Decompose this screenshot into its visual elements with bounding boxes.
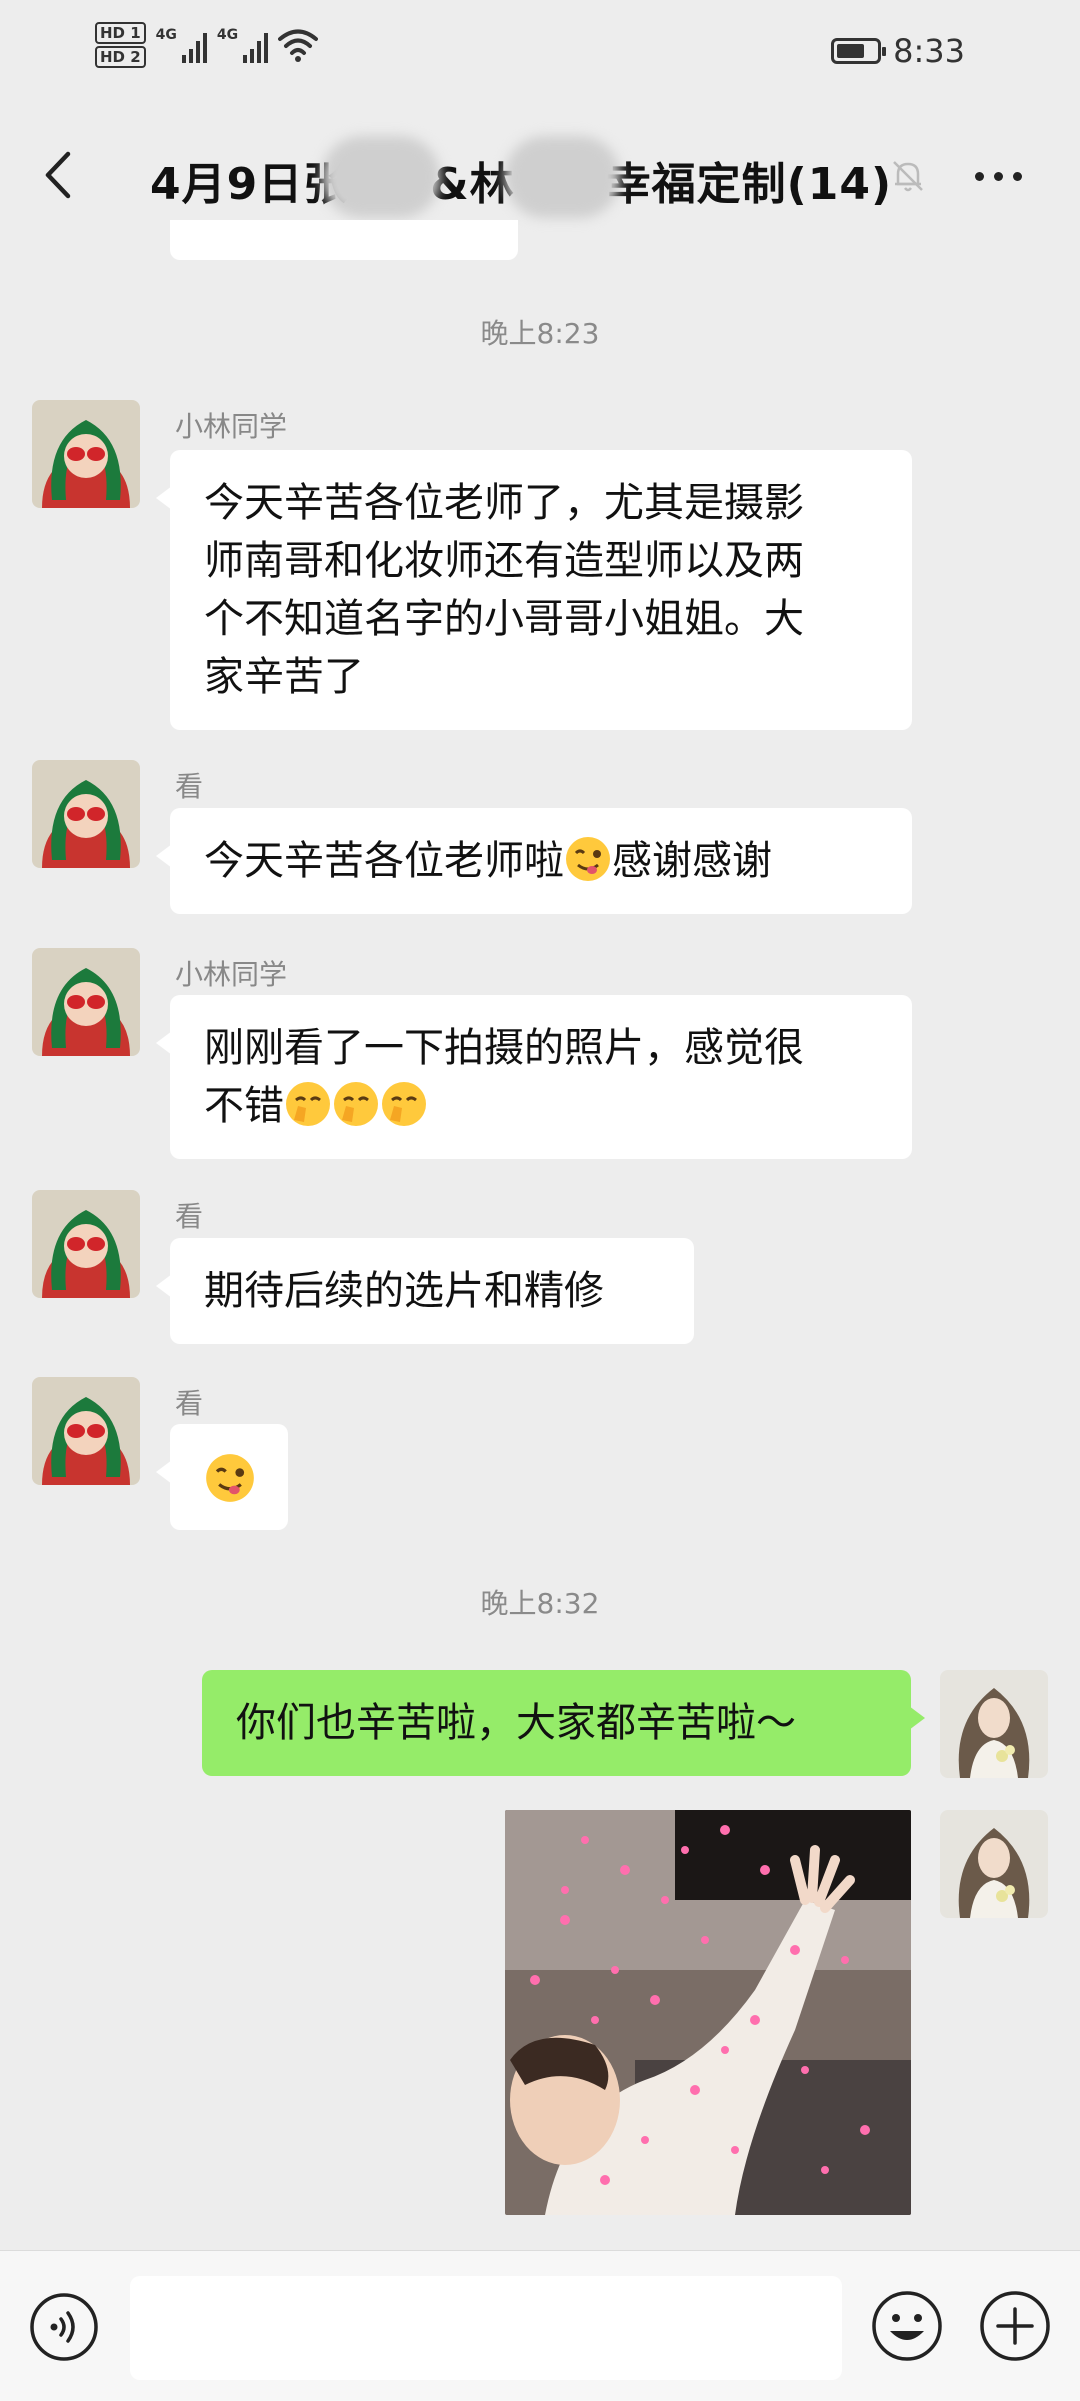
tongue-face-emoji-icon bbox=[566, 837, 610, 881]
hd-2-badge: HD 2 bbox=[95, 46, 146, 68]
emoji-icon[interactable] bbox=[870, 2289, 944, 2363]
sender-avatar[interactable] bbox=[32, 760, 140, 868]
my-avatar[interactable] bbox=[940, 1810, 1048, 1918]
signal-indicators: HD 1 HD 2 4G 4G bbox=[95, 22, 319, 68]
redaction-blur bbox=[505, 136, 620, 218]
facepalm-emoji-icon bbox=[334, 1082, 378, 1126]
message-bubble[interactable]: 刚刚看了一下拍摄的照片，感觉很 不错 bbox=[156, 995, 912, 1159]
facepalm-emoji-icon bbox=[286, 1082, 330, 1126]
status-bar: HD 1 HD 2 4G 4G 8:33 bbox=[0, 0, 1080, 110]
hd-1-badge: HD 1 bbox=[95, 22, 146, 44]
signal-2-icon: 4G bbox=[217, 27, 269, 63]
more-options-icon[interactable] bbox=[975, 172, 1022, 181]
message-bubble[interactable]: 期待后续的选片和精修 bbox=[156, 1238, 694, 1344]
chat-header: 4月9日张 &林 幸福定制(14) bbox=[0, 110, 1080, 240]
sender-avatar[interactable] bbox=[32, 1190, 140, 1298]
hd-indicators: HD 1 HD 2 bbox=[95, 22, 146, 68]
message-bubble[interactable]: 今天辛苦各位老师了，尤其是摄影 师南哥和化妆师还有造型师以及两 个不知道名字的小… bbox=[156, 450, 912, 730]
battery-icon bbox=[831, 38, 887, 64]
back-icon[interactable] bbox=[38, 150, 82, 200]
redaction-blur bbox=[322, 136, 440, 218]
status-right: 8:33 bbox=[831, 32, 965, 70]
sender-name: 小林同学 bbox=[175, 958, 288, 991]
message-bubble[interactable] bbox=[156, 1424, 288, 1530]
facepalm-emoji-icon bbox=[382, 1082, 426, 1126]
tongue-face-emoji-icon bbox=[206, 1454, 254, 1502]
my-message-bubble[interactable]: 你们也辛苦啦，大家都辛苦啦～ bbox=[202, 1670, 925, 1776]
image-message[interactable] bbox=[505, 1810, 911, 2215]
muted-bell-icon bbox=[893, 161, 923, 192]
sender-name: 看 bbox=[175, 770, 204, 803]
message-input[interactable] bbox=[130, 2276, 842, 2380]
sender-name: 看 bbox=[175, 1387, 204, 1420]
timestamp: 晚上8:23 bbox=[480, 317, 600, 350]
clock: 8:33 bbox=[893, 32, 965, 70]
signal-1-icon: 4G bbox=[156, 27, 207, 63]
previous-message-bubble[interactable] bbox=[170, 220, 518, 260]
voice-icon[interactable] bbox=[28, 2291, 100, 2363]
sender-avatar[interactable] bbox=[32, 948, 140, 1056]
timestamp: 晚上8:32 bbox=[480, 1587, 600, 1620]
sender-name: 看 bbox=[175, 1200, 204, 1233]
message-bubble[interactable]: 今天辛苦各位老师啦 感谢感谢 bbox=[156, 808, 912, 914]
wifi-icon bbox=[278, 29, 319, 62]
plus-icon[interactable] bbox=[978, 2289, 1052, 2363]
sender-avatar[interactable] bbox=[32, 400, 140, 508]
sender-name: 小林同学 bbox=[175, 410, 288, 443]
my-avatar[interactable] bbox=[940, 1670, 1048, 1778]
input-bar bbox=[0, 2250, 1080, 2401]
sender-avatar[interactable] bbox=[32, 1377, 140, 1485]
